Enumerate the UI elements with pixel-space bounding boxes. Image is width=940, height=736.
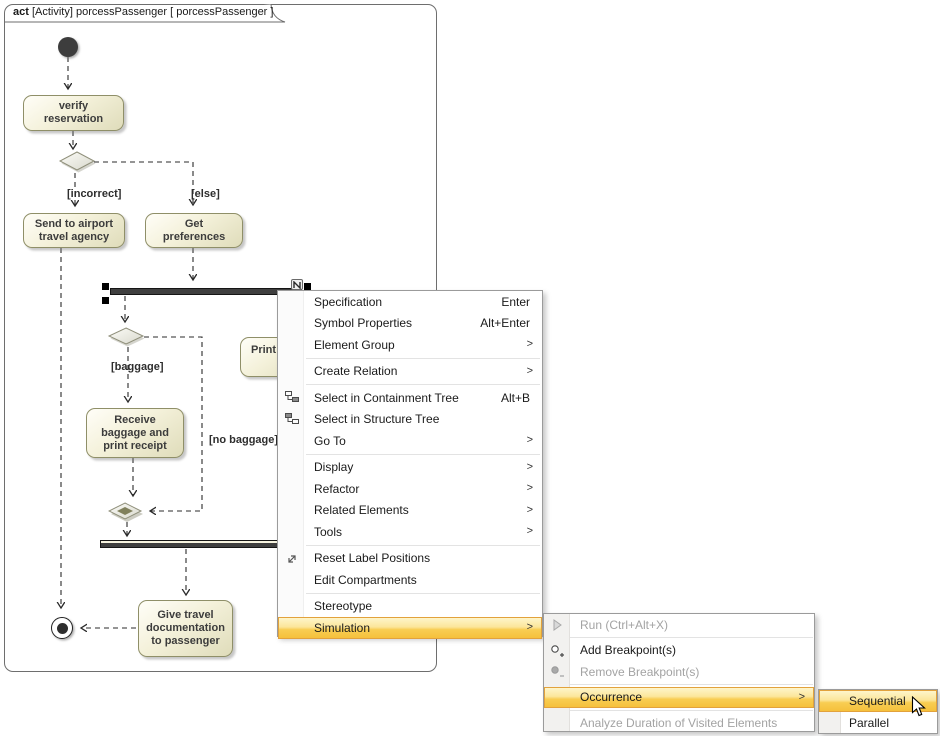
menu-item-refactor[interactable]: Refactor >: [278, 478, 542, 500]
add-breakpoint-icon: [549, 643, 565, 659]
shortcut: Alt+Enter: [480, 316, 530, 331]
menu-separator: [306, 544, 540, 546]
guard-baggage: [baggage]: [111, 361, 164, 373]
menu-separator: [545, 637, 813, 638]
reset-label-positions-icon: [284, 551, 300, 567]
menu-separator: [306, 384, 540, 385]
menu-item-go-to[interactable]: Go To >: [278, 430, 542, 452]
menu-item-related-elements[interactable]: Related Elements >: [278, 500, 542, 522]
structure-tree-icon: [284, 412, 300, 428]
selection-handle[interactable]: [102, 297, 109, 304]
menu-item-symbol-properties[interactable]: Symbol Properties Alt+Enter: [278, 313, 542, 335]
activity-final-node-core: [56, 622, 68, 634]
run-icon: [549, 617, 565, 633]
initial-node[interactable]: [58, 37, 78, 57]
menu-item-remove-breakpoints: Remove Breakpoint(s): [544, 661, 814, 683]
menu-item-run: Run (Ctrl+Alt+X): [544, 614, 814, 636]
action-send-to-airport-travel-agency[interactable]: Send to airport travel agency: [23, 213, 125, 248]
submenu-arrow-icon: >: [526, 503, 533, 516]
smart-manipulator-icon[interactable]: [291, 279, 303, 290]
menu-item-tools[interactable]: Tools >: [278, 521, 542, 543]
menu-item-reset-label-positions[interactable]: Reset Label Positions: [278, 548, 542, 570]
action-label: Print: [251, 344, 277, 356]
fork-node[interactable]: [110, 288, 302, 295]
action-label: Send to airport travel agency: [34, 217, 114, 243]
menu-item-stereotype[interactable]: Stereotype: [278, 596, 542, 618]
action-label: Get preferences: [162, 217, 226, 243]
menu-separator: [545, 684, 813, 685]
menu-item-select-in-containment-tree[interactable]: Select in Containment Tree Alt+B: [278, 387, 542, 409]
submenu-arrow-icon: >: [526, 460, 533, 473]
guard-else: [else]: [191, 188, 220, 200]
decision-node-baggage[interactable]: [107, 326, 149, 351]
action-receive-baggage-print-receipt[interactable]: Receive baggage and print receipt: [86, 408, 184, 458]
submenu-arrow-icon: >: [526, 338, 533, 350]
menu-item-add-breakpoints[interactable]: Add Breakpoint(s): [544, 640, 814, 662]
action-label: verify reservation: [43, 100, 104, 125]
menu-item-analyze-duration: Analyze Duration of Visited Elements: [580, 715, 778, 730]
menu-item-specification[interactable]: Specification Enter: [278, 291, 542, 313]
menu-item-element-group[interactable]: Element Group >: [278, 334, 542, 356]
guard-incorrect: [incorrect]: [67, 188, 122, 200]
diagram-title: act [Activity] porcessPassenger [ porces…: [13, 6, 273, 18]
submenu-arrow-icon: >: [526, 621, 533, 633]
menu-item-occurrence[interactable]: Occurrence >: [544, 686, 814, 708]
simulation-submenu: Run (Ctrl+Alt+X) Add Breakpoint(s) Remov…: [543, 613, 815, 732]
action-get-preferences[interactable]: Get preferences: [145, 213, 243, 248]
context-menu: Specification Enter Symbol Properties Al…: [277, 290, 543, 639]
action-label: Give travel documentation to passenger: [146, 609, 225, 647]
action-give-travel-documentation[interactable]: Give travel documentation to passenger: [138, 600, 233, 657]
activity-diagram-canvas: act [Activity] porcessPassenger [ porces…: [0, 0, 940, 736]
merge-node[interactable]: [108, 501, 148, 525]
submenu-arrow-icon: >: [526, 525, 533, 537]
action-label: Receive baggage and print receipt: [101, 413, 169, 452]
guard-no-baggage: [no baggage]: [209, 434, 279, 446]
menu-separator: [306, 592, 540, 594]
menu-separator: [306, 357, 540, 359]
menu-item-edit-compartments[interactable]: Edit Compartments: [278, 569, 542, 591]
menu-item-display[interactable]: Display >: [278, 457, 542, 479]
submenu-arrow-icon: >: [526, 482, 533, 494]
mouse-cursor-icon: [911, 696, 926, 717]
action-verify-reservation[interactable]: verify reservation: [23, 95, 124, 131]
shortcut: Alt+B: [500, 390, 530, 405]
selection-handle[interactable]: [102, 283, 109, 290]
submenu-arrow-icon: >: [526, 434, 533, 446]
activity-final-node[interactable]: [51, 617, 73, 639]
containment-tree-icon: [284, 390, 300, 406]
menu-item-simulation[interactable]: Simulation >: [278, 617, 542, 639]
diagram-title-text: [Activity] porcessPassenger [ porcessPas…: [28, 6, 274, 18]
selection-handle[interactable]: [304, 283, 311, 290]
menu-separator: [306, 453, 540, 455]
diagram-title-keyword: act: [13, 6, 29, 18]
submenu-arrow-icon: >: [798, 690, 805, 703]
menu-item-select-in-structure-tree[interactable]: Select in Structure Tree: [278, 409, 542, 431]
menu-separator: [545, 709, 813, 711]
remove-breakpoint-icon: [549, 664, 565, 680]
submenu-arrow-icon: >: [526, 364, 533, 377]
menu-item-create-relation[interactable]: Create Relation >: [278, 361, 542, 383]
decision-node-reservation[interactable]: [55, 150, 97, 176]
shortcut: Enter: [501, 294, 530, 309]
